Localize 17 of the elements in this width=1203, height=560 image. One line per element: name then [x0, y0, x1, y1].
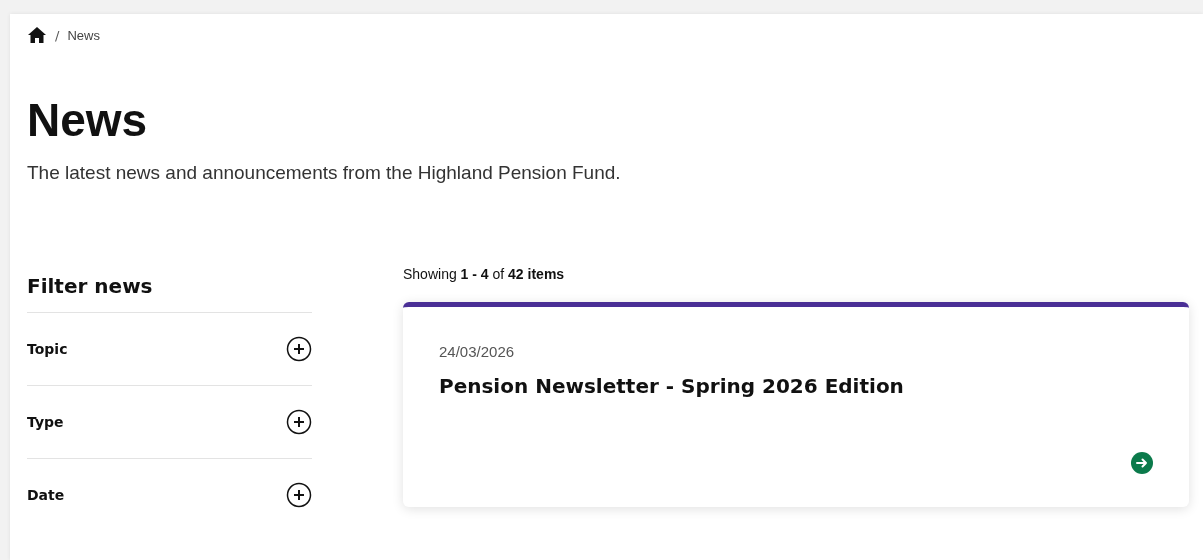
home-icon[interactable]	[27, 26, 47, 44]
page-title: News	[27, 93, 149, 148]
breadcrumb-item[interactable]: News	[67, 27, 100, 43]
news-title[interactable]: Pension Newsletter - Spring 2026 Edition	[439, 374, 1153, 398]
filter-label[interactable]: Topic	[27, 341, 68, 357]
news-card[interactable]: 24/03/2026 Pension Newsletter - Spring 2026 Edition	[403, 302, 1189, 507]
breadcrumb-separator: /	[55, 27, 60, 43]
filter-label[interactable]: Type	[27, 414, 64, 430]
expand-icon[interactable]	[286, 482, 312, 508]
page-intro: The latest news and announcements from the Highland Pension Fund.	[27, 162, 622, 184]
news-date: 24/03/2026	[439, 343, 516, 360]
filter-label[interactable]: Date	[27, 487, 65, 503]
expand-icon[interactable]	[286, 336, 312, 362]
results-summary: Showing 1 - 4 of 42 items	[403, 266, 566, 282]
filter-heading: Filter news	[27, 274, 154, 298]
arrow-right-icon[interactable]	[1131, 452, 1153, 474]
expand-icon[interactable]	[286, 409, 312, 435]
